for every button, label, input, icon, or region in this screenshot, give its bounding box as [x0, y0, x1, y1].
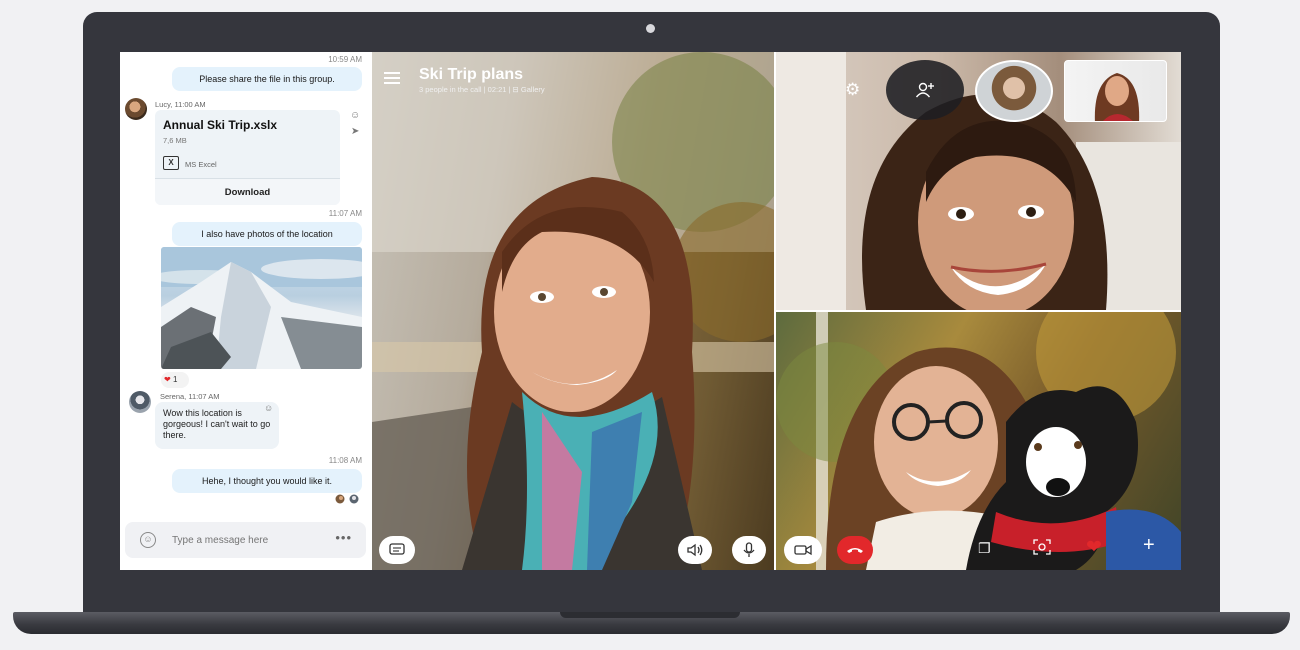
chat-toggle-button[interactable]: [379, 536, 415, 564]
sender-label: Lucy, 11:00 AM: [155, 100, 206, 109]
reaction-count: 1: [172, 375, 178, 384]
file-type: MS Excel: [185, 160, 217, 169]
forward-icon[interactable]: ➤: [351, 126, 359, 137]
microphone-icon: [743, 542, 755, 557]
screen-share-icon[interactable]: ❐: [978, 540, 991, 557]
file-size: 7,6 MB: [163, 136, 187, 145]
hamburger-icon[interactable]: [384, 72, 400, 84]
smiley-reaction-icon[interactable]: ☺: [264, 403, 273, 413]
webcam: [646, 24, 655, 33]
hang-up-button[interactable]: [837, 536, 873, 564]
speaker-icon: [687, 543, 703, 557]
message-incoming[interactable]: Wow this location is gorgeous! I can't w…: [155, 402, 279, 449]
mountain-image: [161, 247, 362, 369]
participant-video-bottom-right: [776, 312, 1181, 570]
participant-video-woman-dog: [776, 312, 1181, 570]
sender-label: Serena, 11:07 AM: [160, 392, 220, 401]
timestamp: 10:59 AM: [328, 55, 362, 64]
read-receipt-avatars: [335, 494, 359, 504]
chat-bubble-icon: [389, 543, 405, 555]
call-title: Ski Trip plans: [419, 66, 524, 83]
speaker-button[interactable]: [678, 536, 712, 564]
add-people-button[interactable]: [886, 60, 964, 120]
participant-video-woman-scarf: [372, 52, 774, 570]
gear-icon[interactable]: ⚙: [845, 80, 860, 100]
shared-photo-mountain[interactable]: [161, 247, 362, 369]
chat-panel: 10:59 AM Please share the file in this g…: [120, 52, 372, 570]
laptop-base-notch: [560, 612, 740, 618]
app-screen: 10:59 AM Please share the file in this g…: [120, 52, 1181, 570]
timestamp: 11:07 AM: [328, 209, 362, 218]
hang-up-icon: [847, 548, 863, 553]
heart-icon[interactable]: ❤: [1086, 536, 1102, 559]
snapshot-icon: [1033, 539, 1051, 555]
file-name: Annual Ski Trip.xslx: [163, 118, 278, 132]
message-outgoing[interactable]: Hehe, I thought you would like it.: [172, 469, 362, 493]
participant-thumbnail-round[interactable]: [975, 60, 1053, 122]
download-button[interactable]: Download: [155, 178, 340, 205]
avatar-serena[interactable]: [129, 391, 151, 413]
main-video-feed: [372, 52, 774, 570]
message-composer: ☺ •••: [125, 522, 366, 558]
heart-icon: ❤: [164, 375, 171, 384]
excel-icon: X: [163, 156, 179, 170]
emoji-icon[interactable]: ☺: [140, 532, 156, 548]
microphone-button[interactable]: [732, 536, 766, 564]
timestamp: 11:08 AM: [328, 456, 362, 465]
message-outgoing[interactable]: Please share the file in this group.: [172, 67, 362, 91]
message-outgoing[interactable]: I also have photos of the location: [172, 222, 362, 246]
camera-icon[interactable]: [1033, 539, 1051, 558]
call-subtitle[interactable]: 3 people in the call | 02:21 | ⊟ Gallery: [419, 85, 545, 94]
file-attachment-card[interactable]: Annual Ski Trip.xslx 7,6 MB X MS Excel D…: [155, 110, 340, 205]
more-options-icon[interactable]: •••: [335, 530, 352, 545]
avatar-lucy[interactable]: [125, 98, 147, 120]
add-person-icon: [915, 82, 934, 98]
video-button[interactable]: [784, 536, 822, 564]
plus-icon[interactable]: +: [1143, 534, 1155, 557]
smiley-reaction-icon[interactable]: ☺: [350, 110, 360, 121]
self-view-thumbnail[interactable]: [1064, 60, 1167, 122]
self-view-image: [1094, 73, 1140, 121]
heart-reaction[interactable]: ❤ 1: [161, 372, 189, 388]
message-input[interactable]: [172, 531, 322, 549]
video-camera-icon: [794, 544, 812, 556]
